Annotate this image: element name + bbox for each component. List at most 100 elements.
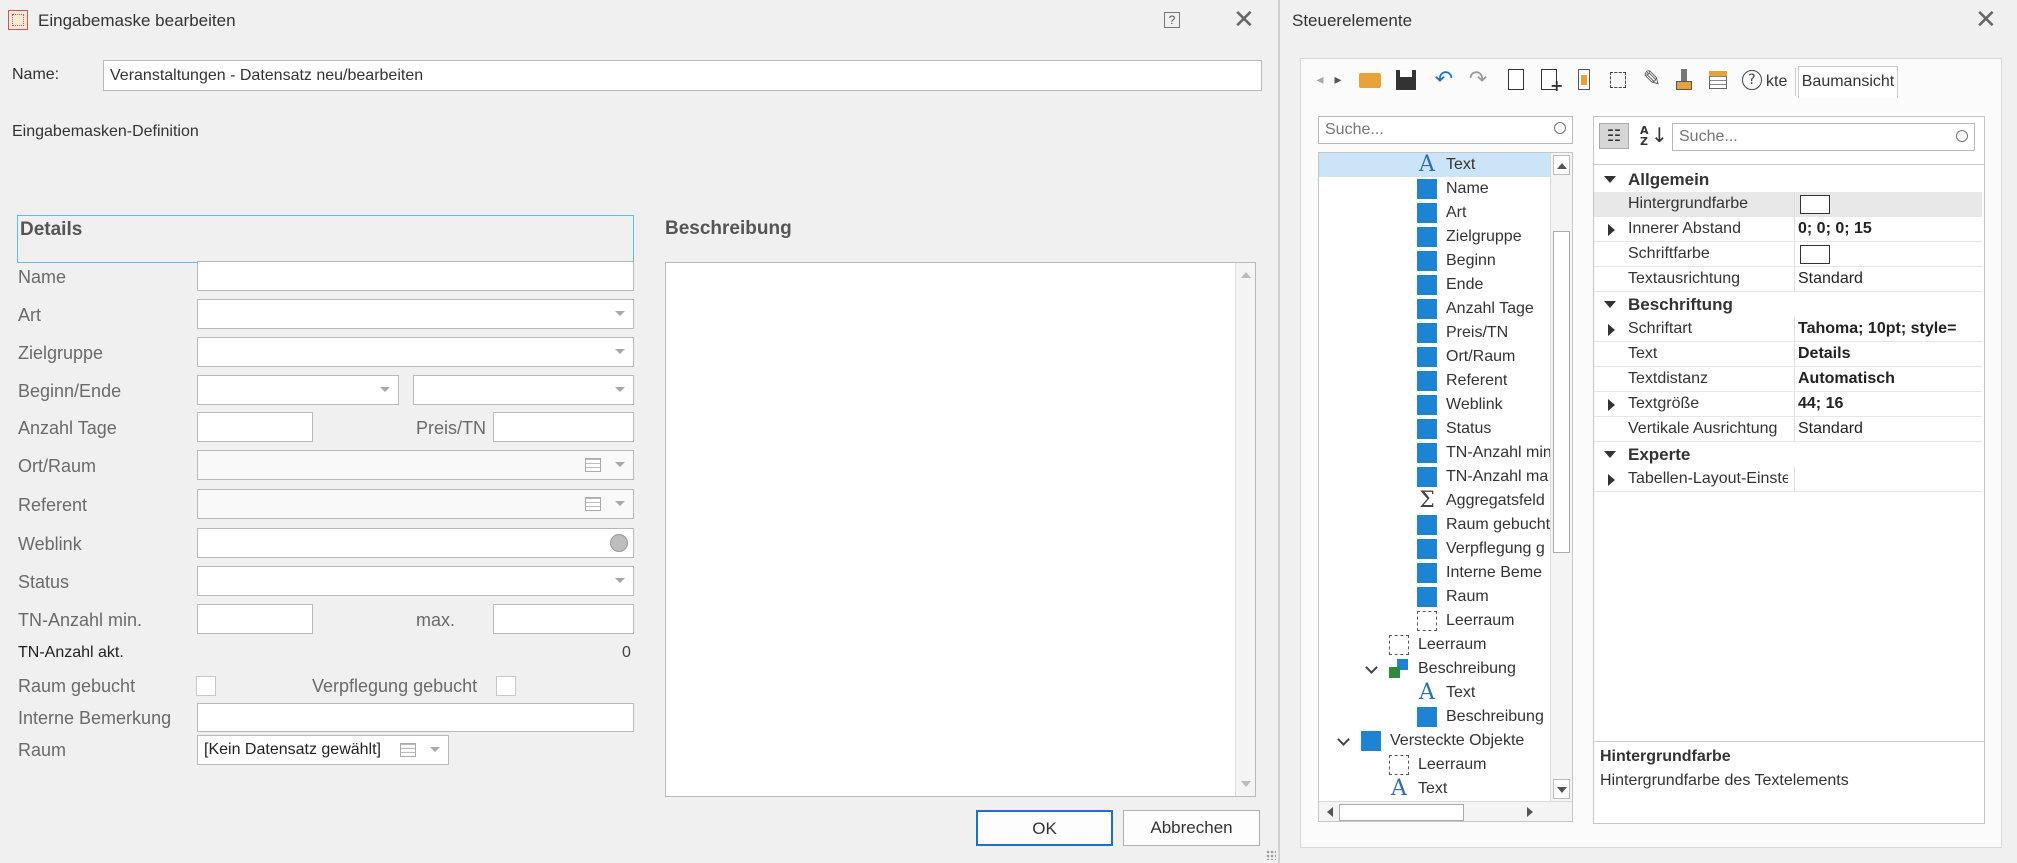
color-swatch[interactable]: [1800, 195, 1830, 214]
prop-tabellen-layout[interactable]: Tabellen-Layout-Einste: [1594, 467, 1982, 492]
tree-item[interactable]: TN-Anzahl min: [1319, 441, 1551, 465]
globe-icon[interactable]: [610, 534, 628, 552]
zielgruppe-combobox[interactable]: [197, 337, 634, 367]
beschreibung-textarea[interactable]: [665, 262, 1256, 797]
prop-innerer-abstand[interactable]: Innerer Abstand 0; 0; 0; 15: [1594, 217, 1982, 242]
art-combobox[interactable]: [197, 299, 634, 329]
tree-item[interactable]: Zielgruppe: [1319, 225, 1551, 249]
tree-item[interactable]: Leerraum: [1319, 753, 1551, 777]
ort-raum-combobox[interactable]: [197, 450, 634, 480]
collapse-icon[interactable]: [1604, 301, 1616, 308]
tree-item[interactable]: Referent: [1319, 369, 1551, 393]
status-combobox[interactable]: [197, 566, 634, 596]
prop-schriftfarbe[interactable]: Schriftfarbe: [1594, 242, 1982, 267]
select-rect-icon[interactable]: [1604, 66, 1632, 94]
tree-item[interactable]: Leerraum: [1319, 633, 1551, 657]
cancel-button[interactable]: Abbrechen: [1123, 810, 1260, 846]
expand-icon[interactable]: [1608, 399, 1615, 411]
textarea-scrollbar[interactable]: [1235, 263, 1255, 796]
close-icon[interactable]: ✕: [1233, 7, 1255, 33]
pencil-icon[interactable]: ✎: [1638, 66, 1666, 94]
tree-item[interactable]: Raum: [1319, 585, 1551, 609]
tree-item[interactable]: Anzahl Tage: [1319, 297, 1551, 321]
beginn-combobox[interactable]: [197, 375, 399, 405]
redo-icon[interactable]: ↷: [1464, 66, 1492, 94]
scroll-up-icon[interactable]: [1241, 272, 1251, 278]
tree-item[interactable]: Leerraum: [1319, 609, 1551, 633]
verpflegung-checkbox[interactable]: [496, 676, 516, 696]
name-textbox[interactable]: [197, 261, 634, 291]
resize-grip-icon[interactable]: [1266, 850, 1276, 860]
h-scroll-thumb[interactable]: [1339, 804, 1464, 821]
table-picker-icon[interactable]: [400, 743, 416, 757]
scroll-down-icon[interactable]: [1241, 781, 1251, 787]
expand-icon[interactable]: [1608, 474, 1615, 486]
search-icon[interactable]: [1554, 122, 1566, 134]
raum-gebucht-checkbox[interactable]: [196, 676, 216, 696]
tree-search-field[interactable]: [1323, 120, 1538, 140]
brush-icon[interactable]: [1670, 66, 1698, 94]
prop-textausrichtung[interactable]: Textausrichtung Standard: [1594, 267, 1982, 292]
tree-item[interactable]: Preis/TN: [1319, 321, 1551, 345]
tree-item[interactable]: Raum gebucht: [1319, 513, 1551, 537]
tn-max-input[interactable]: [493, 604, 634, 634]
tree-search-input[interactable]: [1318, 116, 1573, 144]
color-swatch[interactable]: [1800, 245, 1830, 264]
save-icon[interactable]: [1392, 66, 1420, 94]
open-folder-icon[interactable]: [1356, 66, 1384, 94]
interne-bemerkung-input[interactable]: [197, 703, 634, 732]
expand-icon[interactable]: [1608, 324, 1615, 336]
tree-item[interactable]: Beginn: [1319, 249, 1551, 273]
tree-item[interactable]: Weblink: [1319, 393, 1551, 417]
name-input[interactable]: Veranstaltungen - Datensatz neu/bearbeit…: [103, 60, 1262, 91]
anzahl-tage-input[interactable]: [197, 412, 313, 442]
tree-item[interactable]: Name: [1319, 177, 1551, 201]
tree-item[interactable]: TN-Anzahl ma: [1319, 465, 1551, 489]
tree-item[interactable]: Beschreibung: [1319, 657, 1551, 681]
scroll-thumb[interactable]: [1553, 231, 1570, 553]
tree-hscrollbar[interactable]: [1319, 801, 1572, 821]
table-icon[interactable]: [1704, 66, 1732, 94]
scroll-left-icon[interactable]: [1327, 807, 1333, 817]
scroll-right-icon[interactable]: [1527, 807, 1533, 817]
prop-textdistanz[interactable]: Textdistanz Automatisch: [1594, 367, 1982, 392]
tab-baumansicht[interactable]: Baumansicht: [1798, 66, 1898, 98]
category-allgemein[interactable]: Allgemein: [1594, 167, 1982, 192]
tree-item[interactable]: Ort/Raum: [1319, 345, 1551, 369]
tn-min-input[interactable]: [197, 604, 313, 634]
tree-item[interactable]: Interne Beme: [1319, 561, 1551, 585]
close-icon[interactable]: ✕: [1975, 7, 1997, 33]
forward-icon[interactable]: ▸: [1324, 66, 1352, 94]
ok-button[interactable]: OK: [976, 810, 1113, 846]
category-beschriftung[interactable]: Beschriftung: [1594, 292, 1982, 317]
prop-hintergrundfarbe[interactable]: Hintergrundfarbe: [1594, 192, 1982, 217]
collapse-icon[interactable]: [1604, 176, 1616, 183]
undo-icon[interactable]: ↶: [1430, 66, 1458, 94]
ende-combobox[interactable]: [413, 375, 634, 405]
scroll-up-button[interactable]: [1553, 155, 1570, 175]
weblink-input[interactable]: [197, 528, 634, 558]
chevron-down-icon[interactable]: [1365, 661, 1378, 674]
prop-textgroesse[interactable]: Textgröße 44; 16: [1594, 392, 1982, 417]
search-icon[interactable]: [1956, 130, 1968, 142]
categorized-view-button[interactable]: ☷: [1599, 123, 1629, 149]
tree-item[interactable]: Status: [1319, 417, 1551, 441]
chevron-down-icon[interactable]: [1337, 733, 1350, 746]
tree-item[interactable]: Ende: [1319, 273, 1551, 297]
table-picker-icon[interactable]: [585, 458, 601, 472]
prop-vertikale-ausrichtung[interactable]: Vertikale Ausrichtung Standard: [1594, 417, 1982, 442]
tree-item[interactable]: Verpflegung g: [1319, 537, 1551, 561]
expand-icon[interactable]: [1608, 224, 1615, 236]
tree-vscrollbar[interactable]: [1550, 153, 1572, 801]
tree-item[interactable]: A Text: [1319, 681, 1551, 705]
add-page-icon[interactable]: +: [1536, 66, 1564, 94]
property-search-input[interactable]: [1672, 123, 1975, 151]
tree-item[interactable]: Beschreibung: [1319, 705, 1551, 729]
help-circle-icon[interactable]: ?: [1738, 66, 1766, 94]
tree-item[interactable]: Σ Aggregatsfeld: [1319, 489, 1551, 513]
new-page-icon[interactable]: [1502, 66, 1530, 94]
tree-item[interactable]: Versteckte Objekte: [1319, 729, 1551, 753]
preis-tn-input[interactable]: [493, 412, 634, 442]
scroll-down-button[interactable]: [1553, 779, 1570, 799]
tree-item[interactable]: Art: [1319, 201, 1551, 225]
